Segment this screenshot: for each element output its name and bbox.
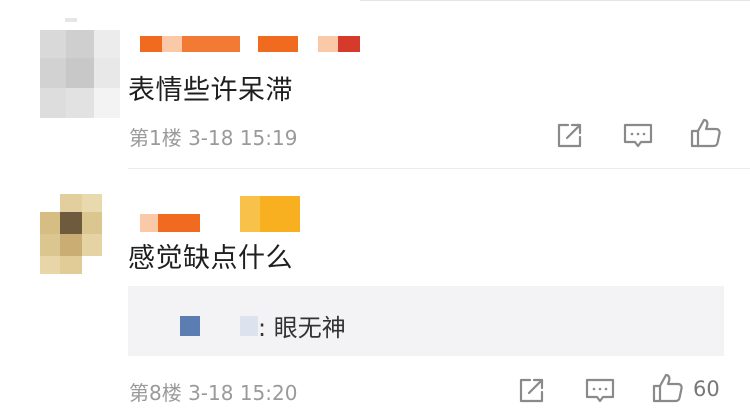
reply-user-redacted[interactable] <box>240 316 258 336</box>
reply-text: : 眼无神 <box>258 314 346 342</box>
avatar-fade <box>65 18 77 22</box>
reply-user-redacted[interactable] <box>180 316 200 336</box>
top-divider <box>360 0 750 1</box>
floor-time: 第8楼 3-18 15:20 <box>129 381 298 405</box>
avatar[interactable] <box>40 30 120 118</box>
comment-divider <box>128 168 750 169</box>
reply-preview[interactable]: : 眼无神 <box>128 286 724 356</box>
comment-icon[interactable] <box>583 373 617 407</box>
avatar[interactable] <box>40 194 102 274</box>
thumbs-up-icon[interactable] <box>651 371 685 405</box>
comment-text: 表情些许呆滞 <box>128 75 293 106</box>
share-icon[interactable] <box>515 373 549 407</box>
floor-time: 第1楼 3-18 15:19 <box>129 126 298 150</box>
share-icon[interactable] <box>553 118 587 152</box>
comment-icon[interactable] <box>621 118 655 152</box>
like-count: 60 <box>693 377 720 401</box>
thumbs-up-icon[interactable] <box>689 116 723 150</box>
comment-text: 感觉缺点什么 <box>128 243 293 274</box>
